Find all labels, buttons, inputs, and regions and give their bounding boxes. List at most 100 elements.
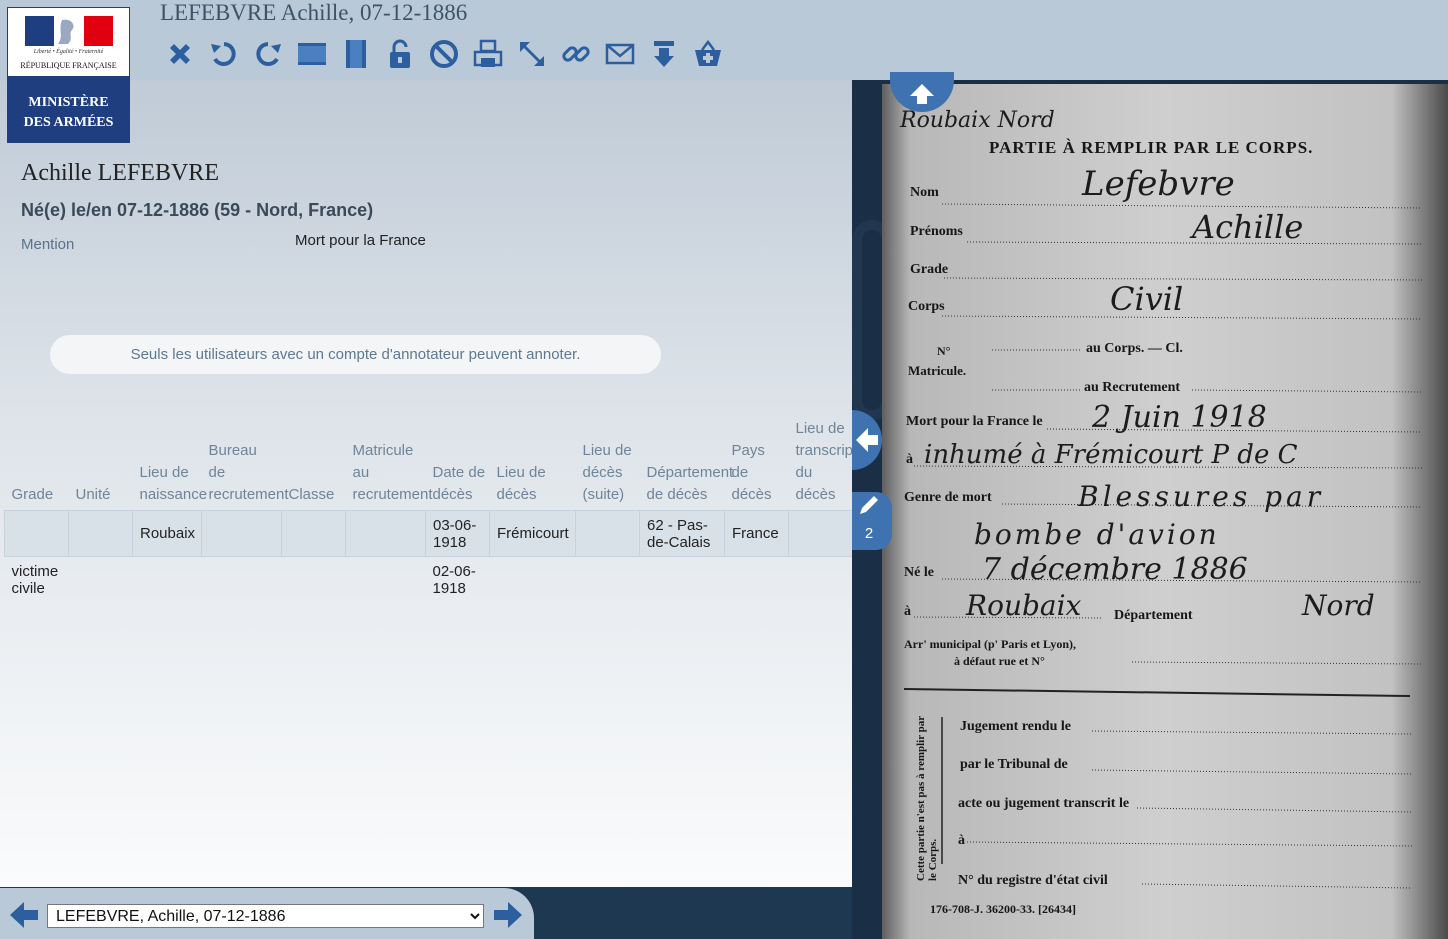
rotate-left-icon bbox=[211, 42, 236, 66]
record-panel: Achille LEFEBVRE Né(e) le/en 07-12-1886 … bbox=[0, 80, 852, 887]
hw-corps: Civil bbox=[1110, 280, 1184, 318]
fullscreen-icon bbox=[520, 42, 544, 66]
column-header[interactable]: Lieu de naissance bbox=[133, 418, 208, 511]
mail-button[interactable] bbox=[598, 36, 642, 72]
mention-label: Mention bbox=[21, 236, 75, 253]
table-cell bbox=[201, 510, 282, 557]
table-cell bbox=[4, 510, 69, 557]
scanned-document[interactable]: PARTIE À REMPLIR PAR LE CORPS. Roubaix N… bbox=[882, 84, 1448, 939]
table-cell bbox=[282, 557, 346, 603]
column-header[interactable]: Matricule au recrutement bbox=[346, 418, 433, 511]
hw-mort-lieu: inhumé à Frémicourt P de C bbox=[924, 440, 1298, 470]
document-heading: PARTIE À REMPLIR PAR LE CORPS. bbox=[989, 138, 1314, 157]
table-cell: Frémicourt bbox=[489, 510, 576, 557]
table-header-row: Grade Unité Lieu de naissance Bureau de rec… bbox=[5, 418, 853, 511]
annotations-tab[interactable]: 2 bbox=[852, 492, 892, 550]
doc-label-a3: à bbox=[958, 833, 965, 848]
table-row[interactable]: Roubaix 03-06-1918 Frémicourt 62 - Pas-de-C… bbox=[4, 510, 852, 557]
next-record-arrow-icon[interactable] bbox=[492, 900, 524, 930]
ministry-logo[interactable]: Liberté • Égalité • Fraternité RÉPUBLIQU… bbox=[7, 7, 130, 143]
fit-width-button[interactable] bbox=[290, 36, 334, 72]
doc-label-departement: Département bbox=[1114, 608, 1193, 623]
republic-motto: Liberté • Égalité • Fraternité bbox=[33, 49, 104, 55]
block-button[interactable] bbox=[422, 36, 466, 72]
mail-icon bbox=[605, 43, 635, 65]
records-table: Grade Unité Lieu de naissance Bureau de rec… bbox=[4, 418, 852, 603]
doc-label-nom: Nom bbox=[910, 185, 939, 200]
download-button[interactable] bbox=[642, 36, 686, 72]
hw-mort-date: 2 Juin 1918 bbox=[1092, 400, 1267, 435]
doc-label-a2: à bbox=[904, 604, 911, 619]
table-cell bbox=[640, 557, 725, 603]
fit-height-button[interactable] bbox=[334, 36, 378, 72]
unlock-button[interactable] bbox=[378, 36, 422, 72]
table-row[interactable]: victime civile 02-06-1918 bbox=[5, 557, 853, 603]
republic-name: RÉPUBLIQUE FRANÇAISE bbox=[20, 61, 117, 70]
unlock-icon bbox=[390, 39, 410, 68]
doc-label-corps: Corps bbox=[908, 299, 945, 314]
fit-width-icon bbox=[298, 43, 326, 65]
basket-icon bbox=[695, 39, 721, 66]
close-button[interactable] bbox=[158, 36, 202, 72]
marianne-block: Liberté • Égalité • Fraternité RÉPUBLIQU… bbox=[8, 8, 129, 78]
column-header[interactable]: Grade bbox=[5, 418, 69, 511]
top-bar: LEFEBVRE Achille, 07-12-1886 bbox=[0, 0, 1448, 80]
column-header[interactable]: Date de décès bbox=[426, 418, 490, 511]
table-cell bbox=[788, 510, 852, 557]
ministry-name: MINISTÈRE DES ARMÉES bbox=[7, 93, 130, 133]
table-cell: France bbox=[724, 510, 789, 557]
pan-left-button[interactable] bbox=[852, 410, 882, 470]
doc-label-jugement: Jugement rendu le bbox=[960, 719, 1071, 734]
records-table-scroll[interactable]: Grade Unité Lieu de naissance Bureau de rec… bbox=[0, 418, 852, 630]
link-button[interactable] bbox=[554, 36, 598, 72]
table-cell bbox=[345, 510, 426, 557]
table-cell bbox=[202, 557, 282, 603]
fullscreen-button[interactable] bbox=[510, 36, 554, 72]
annotation-count: 2 bbox=[864, 525, 874, 542]
arrow-up-icon bbox=[910, 84, 934, 104]
page-title: LEFEBVRE Achille, 07-12-1886 bbox=[160, 0, 468, 25]
ministry-line-2: DES ARMÉES bbox=[23, 115, 114, 130]
download-icon bbox=[654, 41, 674, 67]
column-header[interactable]: Classe bbox=[282, 418, 346, 511]
table-cell bbox=[576, 557, 640, 603]
hw-ne-le: 7 décembre 1886 bbox=[982, 552, 1248, 587]
column-header[interactable]: Pays de décès bbox=[725, 418, 789, 511]
pencil-icon bbox=[860, 496, 878, 514]
table-body: Roubaix 03-06-1918 Frémicourt 62 - Pas-de-C… bbox=[4, 510, 853, 603]
table-cell bbox=[281, 510, 346, 557]
previous-record-arrow-icon[interactable] bbox=[8, 900, 40, 930]
doc-side-note: Cette partie n'est pas à remplir par le … bbox=[915, 716, 939, 881]
record-select[interactable]: LEFEBVRE, Achille, 07-12-1886 bbox=[47, 904, 484, 928]
column-header[interactable]: Lieu de décès (suite) bbox=[576, 418, 640, 511]
hw-ne-a: Roubaix bbox=[966, 589, 1082, 622]
doc-label-genre: Genre de mort bbox=[904, 490, 992, 505]
table-cell: Roubaix bbox=[132, 510, 202, 557]
doc-label-tribunal: par le Tribunal de bbox=[960, 757, 1068, 772]
hw-departement: Nord bbox=[1302, 589, 1375, 622]
doc-label-au-recrutement: au Recrutement bbox=[1084, 380, 1181, 395]
print-icon bbox=[473, 39, 503, 67]
doc-label-transcrit: acte ou jugement transcrit le bbox=[958, 796, 1130, 811]
table-cell: victime civile bbox=[11, 562, 59, 597]
column-header[interactable]: Département de décès bbox=[640, 418, 734, 511]
record-navigator: LEFEBVRE, Achille, 07-12-1886 bbox=[0, 888, 534, 939]
column-header[interactable]: Lieu de décès bbox=[490, 418, 576, 511]
column-header[interactable]: Bureau de recrutement bbox=[202, 418, 289, 511]
viewer-toolbar bbox=[158, 36, 730, 72]
table-cell bbox=[133, 557, 202, 603]
rotate-right-icon bbox=[256, 42, 281, 66]
table-cell bbox=[490, 557, 576, 603]
table-cell bbox=[575, 510, 640, 557]
pan-up-button[interactable] bbox=[890, 72, 954, 112]
basket-button[interactable] bbox=[686, 36, 730, 72]
column-header[interactable]: Unité bbox=[69, 418, 133, 511]
table-cell bbox=[789, 557, 853, 603]
rotate-right-button[interactable] bbox=[246, 36, 290, 72]
hw-prenoms: Achille bbox=[1192, 208, 1304, 246]
column-header[interactable]: Lieu de transcription du décès bbox=[789, 418, 853, 511]
arrow-left-icon bbox=[856, 428, 878, 452]
rotate-left-button[interactable] bbox=[202, 36, 246, 72]
doc-label-numero: N° bbox=[937, 344, 951, 358]
print-button[interactable] bbox=[466, 36, 510, 72]
